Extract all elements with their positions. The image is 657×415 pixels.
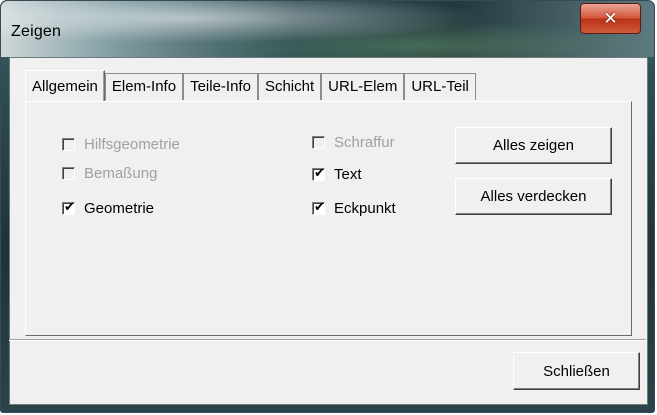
checkbox-label: Hilfsgeometrie	[84, 136, 180, 153]
close-window-button[interactable]: ✕	[580, 3, 641, 34]
checkbox-label: Text	[334, 166, 362, 183]
checkbox-label: Eckpunkt	[334, 200, 396, 217]
title-bar[interactable]: Zeigen ✕	[1, 1, 654, 57]
checkbox-schraffur[interactable]: Schraffur	[312, 134, 395, 151]
checkbox-box	[62, 167, 75, 180]
checkbox-box: ✔	[312, 166, 325, 181]
checkbox-eckpunkt[interactable]: ✔ Eckpunkt	[312, 200, 396, 217]
close-button[interactable]: Schließen	[513, 352, 640, 390]
hide-all-button[interactable]: Alles verdecken	[455, 178, 612, 215]
checkmark-icon: ✔	[314, 166, 325, 181]
checkbox-box	[62, 138, 75, 151]
checkbox-geometrie[interactable]: ✔ Geometrie	[62, 200, 154, 217]
tab-allgemein[interactable]: Allgemein	[25, 70, 105, 101]
tab-url-elem[interactable]: URL-Elem	[321, 73, 405, 100]
tab-teile-info[interactable]: Teile-Info	[183, 73, 258, 100]
checkbox-label: Bemaßung	[84, 165, 158, 182]
tab-strip: Allgemein Elem-Info Teile-Info Schicht U…	[25, 70, 476, 101]
tab-schicht[interactable]: Schicht	[257, 73, 322, 100]
tab-url-teil[interactable]: URL-Teil	[404, 73, 476, 100]
window-title: Zeigen	[11, 23, 62, 40]
checkbox-bemassung[interactable]: Bemaßung	[62, 165, 157, 182]
checkbox-hilfsgeometrie[interactable]: Hilfsgeometrie	[62, 136, 180, 153]
close-icon: ✕	[603, 8, 618, 29]
checkmark-icon: ✔	[314, 200, 325, 215]
checkbox-label: Schraffur	[334, 134, 395, 151]
tab-elem-info[interactable]: Elem-Info	[104, 73, 184, 100]
checkbox-label: Geometrie	[84, 200, 155, 217]
checkbox-box: ✔	[312, 200, 325, 215]
separator-line	[9, 339, 646, 341]
show-all-button[interactable]: Alles zeigen	[455, 127, 612, 164]
checkbox-box	[312, 136, 325, 149]
checkbox-text[interactable]: ✔ Text	[312, 166, 362, 183]
checkmark-icon: ✔	[64, 200, 75, 215]
checkbox-box: ✔	[62, 200, 75, 215]
